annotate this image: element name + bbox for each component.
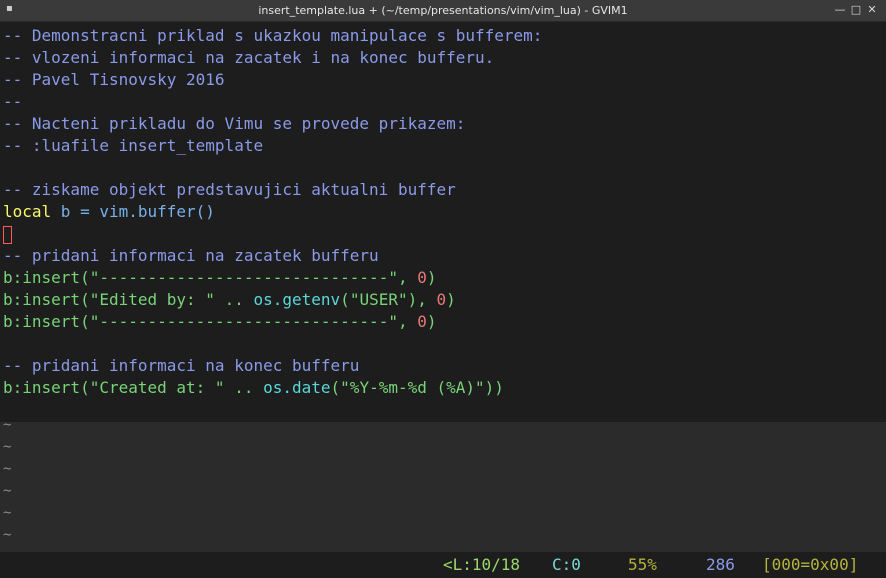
number-literal: 0 [436,290,447,309]
concat-operator: .. [214,290,254,309]
string-literal: "Created at: " [89,378,225,397]
minimize-icon[interactable]: — [834,4,846,16]
editor-text-area[interactable]: -- Demonstracni priklad s ukazkou manipu… [0,22,886,422]
text-cursor [3,225,12,244]
status-bytes: 286 [706,555,735,574]
empty-buffer-area[interactable]: ~ ~ ~ ~ ~ ~ [0,417,886,552]
separator: ), [407,290,437,309]
separator: , [397,312,418,331]
window-title: insert_template.lua + (~/temp/presentati… [258,4,628,17]
tilde-marker: ~ [3,505,12,521]
string-literal: "------------------------------" [89,312,398,331]
tilde-marker: ~ [3,483,12,499]
code-line-2: -- vlozeni informaci na zacatek i na kon… [3,48,495,67]
close-icon[interactable]: ✕ [866,4,878,16]
status-char-code: [000=0x00] [762,555,859,574]
string-literal: "USER" [349,290,408,309]
code-line-4: -- [3,92,23,111]
code-line-12: b:insert("------------------------------… [3,267,437,289]
code-line-11: -- pridani informaci na zacatek bufferu [3,246,379,265]
insert-call: b:insert( [3,312,90,331]
code-line-13: b:insert("Edited by: " .. os.getenv("USE… [3,289,456,311]
code-line-3: -- Pavel Tisnovsky 2016 [3,70,225,89]
status-line-position: <L:10/18 [443,555,521,574]
code-line-5: -- Nacteni prikladu do Vimu se provede p… [3,114,466,133]
separator: , [397,268,418,287]
tilde-marker: ~ [3,439,12,455]
number-literal: 0 [417,312,427,331]
string-literal: "%Y-%m-%d (%A)" [340,378,485,397]
closing-paren: )) [484,378,504,397]
insert-call: b:insert( [3,268,90,287]
code-line-10 [3,223,12,245]
status-line: <L:10/18 C:0 55% 286 [000=0x00] [0,552,886,578]
code-line-1: -- Demonstracni priklad s ukazkou manipu… [3,26,543,45]
tilde-marker: ~ [3,417,12,433]
concat-operator: .. [224,378,264,397]
code-line-8: -- ziskame objekt predstavujici aktualni… [3,180,456,199]
status-percent: 55% [628,555,657,574]
tilde-marker: ~ [3,461,12,477]
code-line-14: b:insert("------------------------------… [3,311,437,333]
code-line-16: -- pridani informaci na konec bufferu [3,356,360,375]
number-literal: 0 [417,268,427,287]
function-name: os.getenv [253,290,341,309]
buffer-assignment: b = vim.buffer() [51,202,215,221]
closing-paren: ) [426,312,437,331]
closing-paren: ) [446,290,456,309]
string-literal: "Edited by: " [89,290,215,309]
opening-paren: ( [340,290,350,309]
maximize-icon[interactable]: □ [850,4,862,16]
opening-paren: ( [330,378,341,397]
function-name: os.date [263,378,331,397]
code-line-6: -- :luafile insert_template [3,136,264,155]
window-titlebar[interactable]: ▪ insert_template.lua + (~/temp/presenta… [0,0,886,22]
tilde-marker: ~ [3,527,12,543]
string-literal: "------------------------------" [89,268,398,287]
insert-call: b:insert( [3,290,90,309]
keyword-local: local [3,202,52,221]
closing-paren: ) [426,268,437,287]
code-line-17: b:insert("Created at: " .. os.date("%Y-%… [3,377,504,399]
status-column: C:0 [552,555,581,574]
code-line-9: local b = vim.buffer() [3,201,215,223]
insert-call: b:insert( [3,378,90,397]
